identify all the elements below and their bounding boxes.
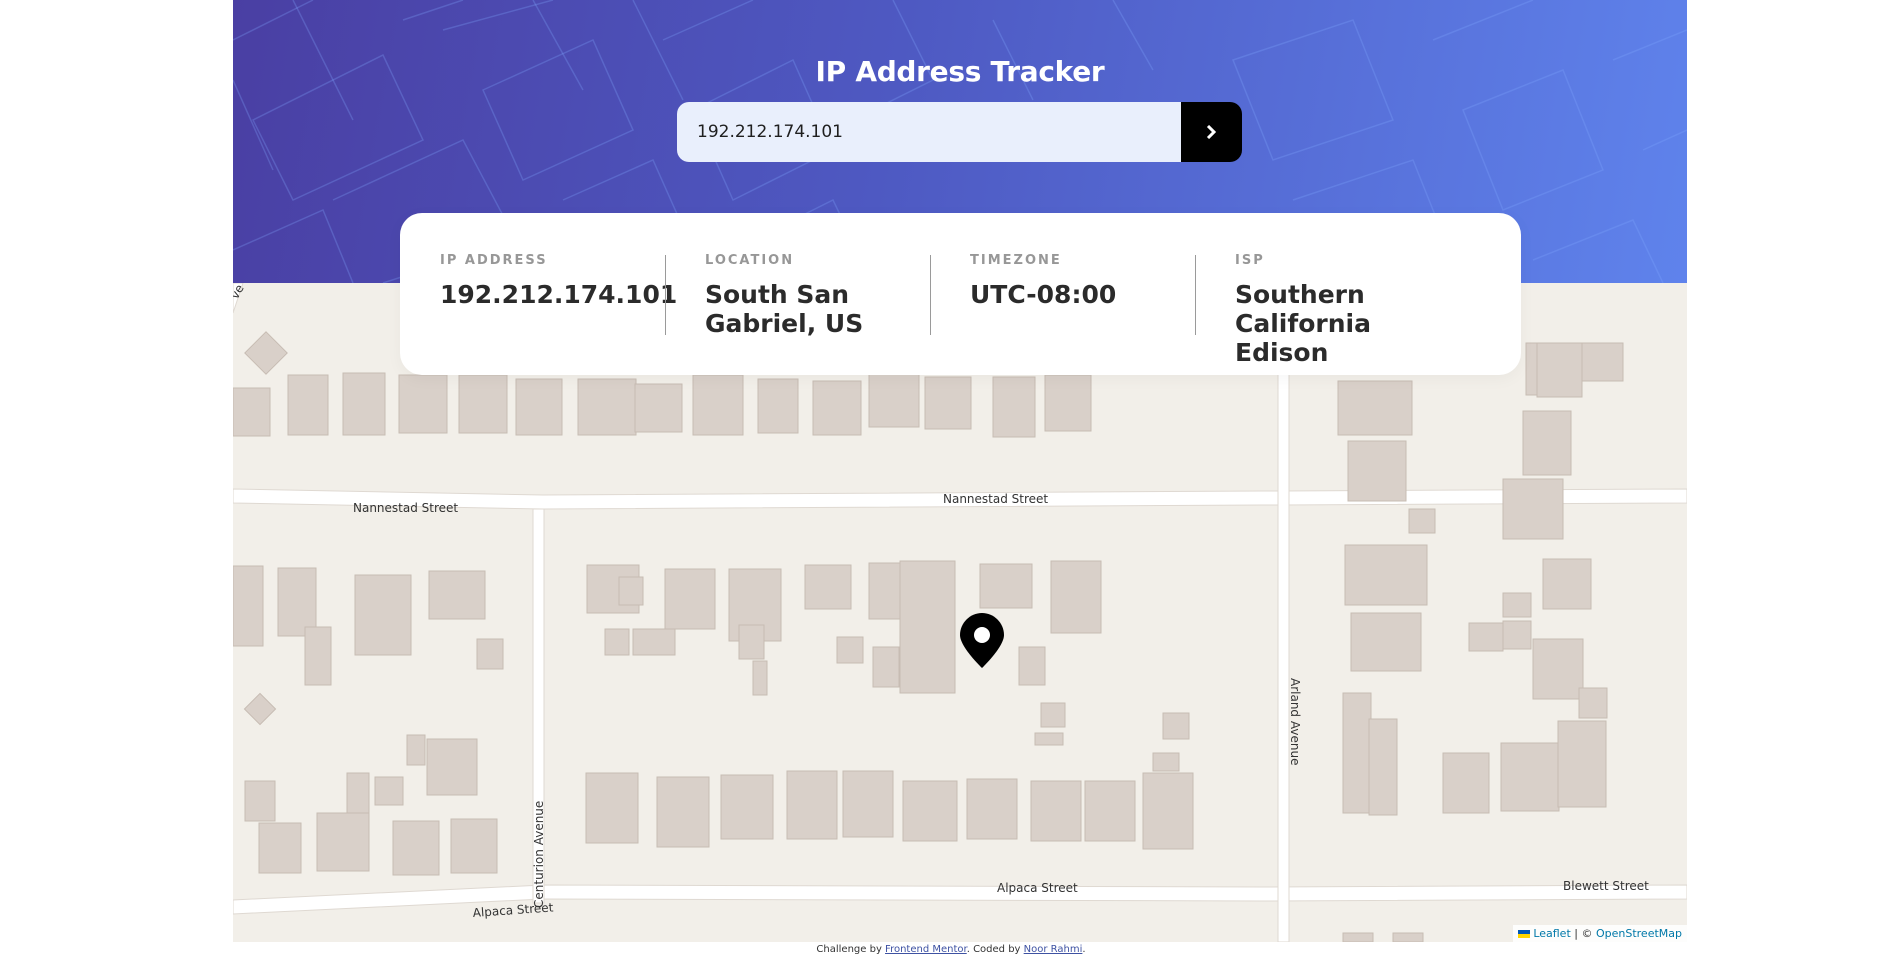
location-pin-icon[interactable] (960, 613, 1004, 668)
map-tiles: Nannestad Street Nannestad Street Centur… (233, 283, 1687, 942)
info-label: IP ADDRESS (440, 253, 548, 268)
chevron-right-icon (1206, 125, 1217, 139)
info-label: ISP (1235, 253, 1265, 268)
info-label: TIMEZONE (970, 253, 1062, 268)
info-ip-address: IP ADDRESS 192.212.174.101 (400, 253, 678, 375)
search-submit-button[interactable] (1181, 102, 1242, 162)
openstreetmap-link[interactable]: OpenStreetMap (1596, 927, 1682, 940)
footer-prefix: Challenge by (816, 944, 886, 955)
leaflet-link[interactable]: Leaflet (1533, 927, 1570, 940)
info-value: 192.212.174.101 (440, 280, 678, 309)
street-label-alpaca-west: Alpaca Street (472, 900, 554, 920)
street-label-partial: ve (233, 283, 247, 302)
info-isp: ISP Southern California Edison (1195, 253, 1460, 375)
info-label: LOCATION (705, 253, 795, 268)
ip-search-form (677, 102, 1242, 162)
footer-middle: . Coded by (966, 944, 1024, 955)
info-value: South San Gabriel, US (705, 280, 864, 338)
road-alpaca (233, 884, 1687, 915)
frontend-mentor-link[interactable]: Frontend Mentor (885, 944, 967, 955)
street-label-blewett: Blewett Street (1563, 879, 1649, 893)
footer-suffix: . (1082, 944, 1086, 955)
street-label-centurion: Centurion Avenue (532, 801, 546, 908)
map[interactable]: Nannestad Street Nannestad Street Centur… (233, 283, 1687, 942)
info-value: Southern California Edison (1235, 280, 1371, 367)
attribution-separator: | © (1570, 927, 1596, 940)
info-timezone: TIMEZONE UTC-08:00 (930, 253, 1195, 375)
ukraine-flag-icon (1518, 930, 1531, 938)
app-container: IP Address Tracker 192.212.174.101 Nanne… (233, 0, 1687, 942)
street-label-alpaca-east: Alpaca Street (997, 881, 1078, 895)
street-label-nannestad-west: Nannestad Street (353, 501, 458, 515)
street-label-arland: Arland Avenue (1288, 678, 1302, 765)
info-location: LOCATION South San Gabriel, US (665, 253, 930, 375)
buildings (233, 283, 1624, 942)
footer-attribution: Challenge by Frontend Mentor. Coded by N… (0, 944, 1902, 955)
street-label-nannestad-east: Nannestad Street (943, 492, 1048, 506)
info-value: UTC-08:00 (970, 280, 1117, 309)
page-title: IP Address Tracker (815, 54, 1105, 88)
map-attribution: Leaflet | © OpenStreetMap (1513, 925, 1687, 942)
road-arland (1277, 283, 1290, 942)
ip-search-input[interactable] (677, 102, 1181, 162)
ip-info-card: IP ADDRESS 192.212.174.101 LOCATION Sout… (400, 213, 1521, 375)
author-link[interactable]: Noor Rahmi (1024, 944, 1083, 955)
